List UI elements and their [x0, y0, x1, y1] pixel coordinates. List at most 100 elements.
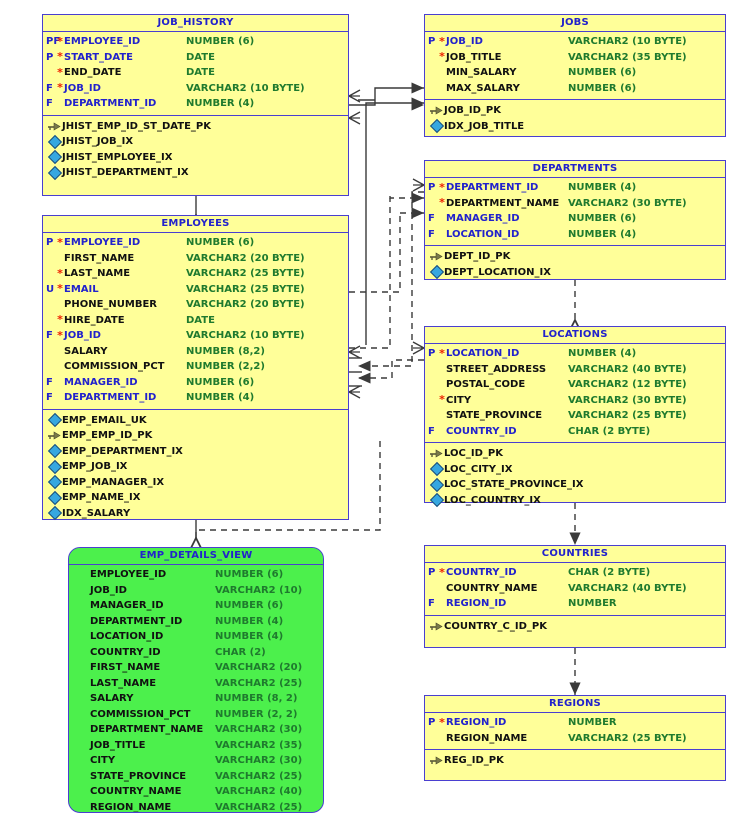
index-icon	[47, 475, 62, 490]
index-diamond-icon	[47, 150, 62, 165]
column-list: P * COUNTRY_ID CHAR (2 BYTE) COUNTRY_NAME VAR…	[425, 563, 725, 615]
column-row: F REGION_ID NUMBER	[425, 596, 725, 612]
column-row: REGION_NAME VARCHAR2 (25 BYTE)	[425, 731, 725, 747]
column-key-flag: F	[428, 598, 435, 609]
column-row: FIRST_NAME VARCHAR2 (20 BYTE)	[43, 251, 348, 267]
column-list: P * REGION_ID NUMBER REGION_NAME VARCHAR2 (25…	[425, 713, 725, 749]
column-row: DEPARTMENT_ID NUMBER (4)	[69, 614, 323, 630]
column-name: LOCATION_ID	[90, 631, 164, 642]
column-row: MIN_SALARY NUMBER (6)	[425, 65, 725, 81]
mandatory-marker: *	[439, 180, 445, 194]
column-type: NUMBER (6)	[215, 600, 284, 611]
column-type: NUMBER (6)	[568, 82, 637, 94]
column-name: JOB_ID	[64, 330, 101, 341]
column-row: F DEPARTMENT_ID NUMBER (4)	[43, 390, 348, 406]
index-row: EMP_EMAIL_UK	[43, 413, 348, 429]
column-type: NUMBER (6)	[186, 237, 255, 248]
column-row: * JOB_TITLE VARCHAR2 (35 BYTE)	[425, 50, 725, 66]
column-key-flag: P	[428, 36, 436, 47]
index-row: COUNTRY_C_ID_PK	[425, 619, 725, 635]
key-icon	[47, 122, 62, 131]
column-name: LOCATION_ID	[446, 348, 520, 359]
column-name: HIRE_DATE	[64, 314, 125, 326]
index-icon	[429, 477, 444, 492]
key-icon	[429, 106, 444, 115]
entity-jobs[interactable]: JOBS P * JOB_ID VARCHAR2 (10 BYTE) * JOB_TITL…	[424, 14, 726, 137]
column-row: P * DEPARTMENT_ID NUMBER (4)	[425, 180, 725, 196]
column-type: NUMBER (6)	[568, 67, 637, 78]
index-list: JHIST_EMP_ID_ST_DATE_PK JHIST_JOB_IX JHIST…	[43, 114, 348, 185]
column-type: NUMBER (6)	[186, 376, 255, 388]
column-row: F * JOB_ID VARCHAR2 (10 BYTE)	[43, 328, 348, 344]
index-name: EMP_NAME_IX	[62, 492, 141, 503]
column-type: NUMBER	[568, 717, 617, 728]
index-name: JOB_ID_PK	[444, 105, 501, 116]
column-row: JOB_TITLE VARCHAR2 (35)	[69, 738, 323, 754]
index-icon	[47, 459, 62, 474]
index-name: IDX_JOB_TITLE	[444, 120, 525, 132]
column-row: P * LOCATION_ID NUMBER (4)	[425, 346, 725, 362]
column-name: FIRST_NAME	[64, 252, 135, 264]
column-name: REGION_ID	[446, 598, 507, 609]
index-diamond-icon	[47, 475, 62, 490]
index-list: COUNTRY_C_ID_PK	[425, 614, 725, 639]
index-row: LOC_CITY_IX	[425, 462, 725, 478]
entity-job-history[interactable]: JOB_HISTORY PF * EMPLOYEE_ID NUMBER (6) P * ST…	[42, 14, 349, 196]
column-name: COUNTRY_ID	[446, 425, 517, 437]
column-name: STATE_PROVINCE	[90, 770, 187, 782]
key-icon	[430, 252, 443, 261]
index-row: JHIST_JOB_IX	[43, 134, 348, 150]
column-type: VARCHAR2 (40 BYTE)	[568, 363, 687, 375]
mandatory-marker: *	[57, 81, 63, 95]
entity-employees[interactable]: EMPLOYEES P * EMPLOYEE_ID NUMBER (6) FIRST_N…	[42, 215, 349, 521]
column-name: EMPLOYEE_ID	[64, 237, 141, 248]
index-name: JHIST_JOB_IX	[62, 136, 134, 147]
index-row: EMP_EMP_ID_PK	[43, 428, 348, 444]
index-diamond-icon	[47, 444, 62, 459]
column-key-flag: P	[46, 51, 54, 63]
column-row: FIRST_NAME VARCHAR2 (20)	[69, 660, 323, 676]
column-type: VARCHAR2 (12 BYTE)	[568, 379, 687, 390]
index-row: DEPT_ID_PK	[425, 249, 725, 265]
column-row: PHONE_NUMBER VARCHAR2 (20 BYTE)	[43, 297, 348, 313]
column-name: DEPARTMENT_NAME	[90, 724, 204, 735]
mandatory-marker: *	[57, 235, 63, 249]
index-icon	[429, 119, 444, 134]
column-list: P * DEPARTMENT_ID NUMBER (4) * DEPARTMENT_NAM…	[425, 178, 725, 245]
column-name: COMMISSION_PCT	[64, 361, 165, 372]
column-list: PF * EMPLOYEE_ID NUMBER (6) P * START_DATE DATE…	[43, 32, 348, 115]
index-name: LOC_STATE_PROVINCE_IX	[444, 479, 584, 490]
entity-emp-details-view[interactable]: EMP_DETAILS_VIEW EMPLOYEE_ID NUMBER (6) JO…	[68, 547, 324, 813]
entity-locations[interactable]: LOCATIONS P * LOCATION_ID NUMBER (4) STREET_…	[424, 326, 726, 508]
mandatory-marker: *	[57, 65, 63, 79]
index-diamond-icon	[429, 119, 444, 134]
index-name: EMP_JOB_IX	[62, 461, 128, 472]
column-type: VARCHAR2 (30)	[215, 755, 303, 766]
index-diamond-icon	[429, 493, 444, 508]
column-type: VARCHAR2 (25 BYTE)	[186, 268, 305, 279]
column-name: START_DATE	[64, 51, 133, 63]
index-name: LOC_COUNTRY_IX	[444, 494, 541, 506]
index-row: IDX_JOB_TITLE	[425, 119, 725, 135]
entity-regions[interactable]: REGIONS P * REGION_ID NUMBER REGION_NAME VARC…	[424, 695, 726, 781]
index-name: DEPT_LOCATION_IX	[444, 266, 551, 278]
index-row: EMP_NAME_IX	[43, 490, 348, 506]
key-icon	[48, 122, 61, 131]
column-row: * CITY VARCHAR2 (30 BYTE)	[425, 393, 725, 409]
entity-departments[interactable]: DEPARTMENTS P * DEPARTMENT_ID NUMBER (4) * DE…	[424, 160, 726, 280]
column-key-flag: P	[428, 348, 436, 359]
index-row: REG_ID_PK	[425, 753, 725, 769]
index-name: EMP_MANAGER_IX	[62, 476, 165, 488]
key-icon	[429, 449, 444, 458]
column-row: COUNTRY_ID CHAR (2)	[69, 645, 323, 661]
entity-countries[interactable]: COUNTRIES P * COUNTRY_ID CHAR (2 BYTE) COUNT…	[424, 545, 726, 648]
column-type: VARCHAR2 (30)	[215, 724, 303, 735]
column-type: VARCHAR2 (25)	[215, 770, 303, 782]
index-list: JOB_ID_PK IDX_JOB_TITLE	[425, 99, 725, 138]
key-icon	[429, 756, 444, 765]
column-type: DATE	[186, 51, 215, 63]
index-icon	[47, 490, 62, 505]
entity-title: EMPLOYEES	[43, 216, 348, 233]
mandatory-marker: *	[57, 313, 63, 327]
column-key-flag: F	[46, 392, 53, 403]
